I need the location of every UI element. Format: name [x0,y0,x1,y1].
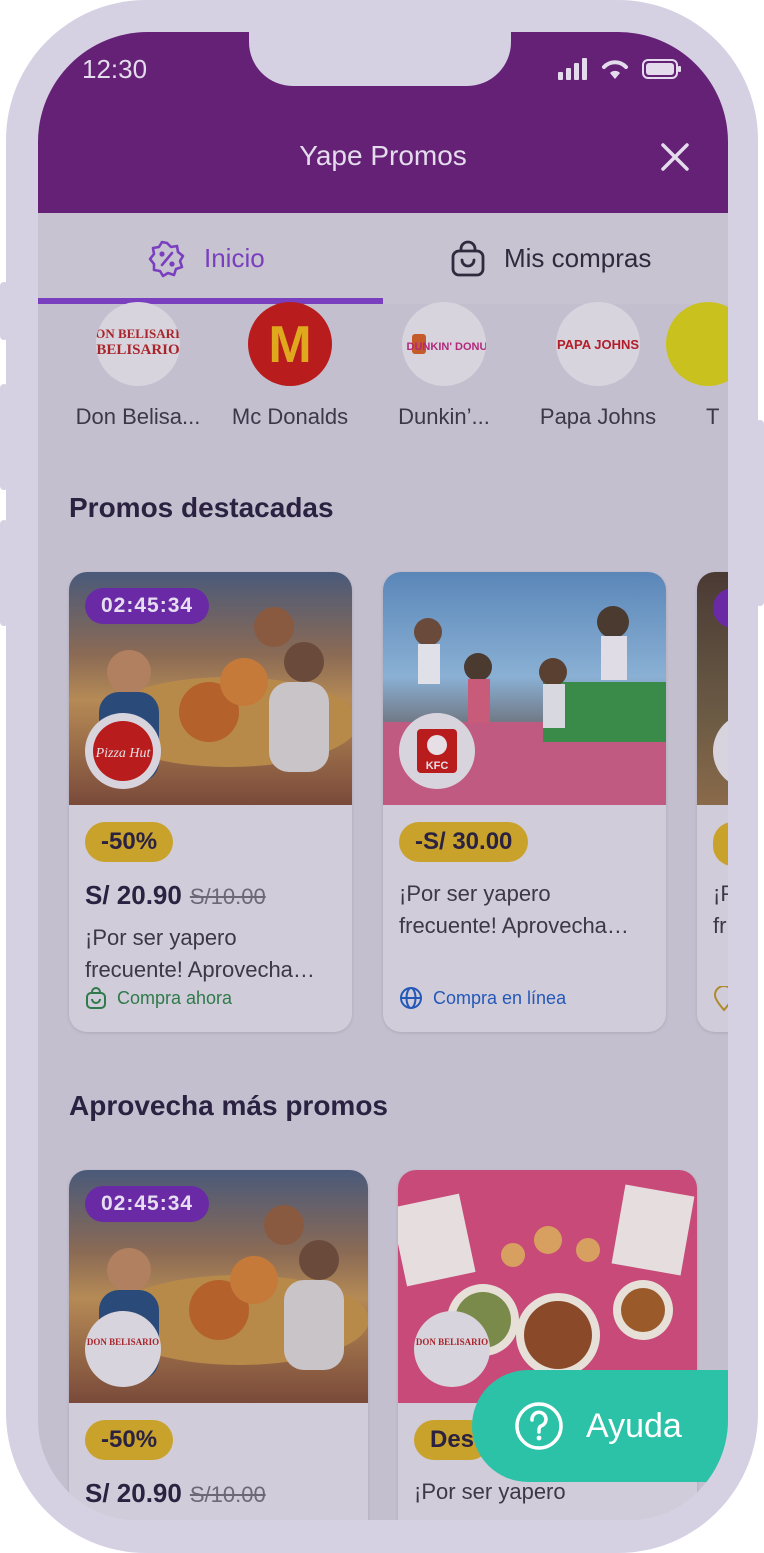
old-price: S/10.00 [189,884,266,909]
location-pin-icon [713,986,728,1012]
brand-name: Papa Johns [539,404,657,429]
brand-logo [666,302,728,386]
page-title: Yape Promos [299,140,467,171]
brand-logo: PAPA JOHNS [556,302,640,386]
brand-item[interactable]: DON BELISARIO BELISARIO Don Belisa... [73,302,203,430]
promo-image: DON BELISARIO [398,1170,697,1403]
action-label: Compra en línea [433,987,567,1008]
brand-logo: Pizza Hut [85,713,161,789]
brand-logo [713,713,728,789]
phone-side-button [0,282,8,340]
app-screen: 12:30 Yape Promos Inicio Mis compras ON … [38,32,728,1520]
brand-logo: KFC [399,713,475,789]
action-label: Compra ahora [117,987,233,1008]
tab-label: Mis compras [504,243,652,273]
percent-badge-icon [148,240,185,277]
signal-icon [558,58,587,80]
countdown-timer: 02:45:34 [85,588,210,624]
status-time: 12:30 [82,54,148,84]
promo-description: ¡Por ser yapero frecuente! Aprovecha… [399,881,629,938]
brand-logo: DON BELISARIO [414,1311,490,1387]
countdown-timer: 02:45:34 [85,1186,210,1222]
shopping-bag-icon [451,240,485,276]
phone-side-button [0,384,8,490]
wifi-icon [602,60,628,79]
buy-online-link[interactable]: Compra en línea [399,986,566,1010]
brand-carousel: DON BELISARIO BELISARIO Don Belisa... M … [38,302,728,442]
brand-logo: M [248,302,332,386]
brand-item[interactable]: T [666,302,728,430]
question-mark-icon [515,1402,563,1450]
brand-logo-text: KFC [426,760,449,772]
brand-logo-text: Pizza Hut [95,746,152,761]
current-price: S/ 20.90 [85,880,182,910]
countdown-timer [713,588,728,628]
discount-badge: -50% [85,1420,174,1460]
tab-mis-compras[interactable]: Mis compras [450,213,651,304]
brand-name: Don Belisa... [75,404,201,429]
help-button[interactable]: Ayuda [472,1370,728,1482]
brand-name: Dunkin’... [398,404,490,429]
brand-logo-text: DON BELISARIO [87,1337,159,1347]
price: S/ 20.90 S/10.00 [85,1478,266,1509]
discount-badge [713,822,728,866]
brand-logo: DUNKIN' DONUTS [402,302,486,386]
brand-logo: DON BELISARIO [85,1311,161,1387]
brand-logo-text: PAPA JOHNS [557,337,639,352]
status-icons [558,58,682,80]
section-title-featured: Promos destacadas [69,492,334,523]
buy-now-link[interactable]: Compra ahora [85,986,232,1010]
discount-badge: -50% [85,822,174,862]
promo-description: ¡P fr [713,881,728,938]
location-link[interactable] [713,986,728,1012]
help-label: Ayuda [586,1406,682,1445]
close-icon[interactable] [660,142,690,172]
header-bar: 12:30 Yape Promos [38,32,728,213]
promo-description: ¡Por ser yapero frecuente! Aprovecha… [85,925,315,982]
brand-logo-text: DON BELISARIO [96,326,180,341]
brand-item[interactable]: PAPA JOHNS Papa Johns [533,302,663,430]
brand-logo: DON BELISARIO BELISARIO [96,302,180,386]
brand-logo-text: DON BELISARIO [416,1337,488,1347]
brand-logo-text: DUNKIN' DONUTS [407,341,486,353]
shopping-bag-icon [86,987,106,1009]
promo-image [697,572,728,805]
globe-icon [400,987,422,1009]
brand-logo-text: M [268,316,311,374]
promo-card[interactable]: KFC -S/ 30.00 ¡Por ser yapero frecuente!… [383,572,666,1032]
svg-text:BELISARIO: BELISARIO [96,342,179,358]
battery-icon [642,59,681,79]
tab-bar: Inicio Mis compras [38,213,728,304]
promo-card[interactable]: ¡P fr [697,572,728,1032]
discount-badge: -S/ 30.00 [399,822,529,862]
tab-inicio[interactable]: Inicio [148,213,265,304]
section-title-more: Aprovecha más promos [69,1090,388,1121]
brand-name: Mc Donalds [231,404,349,429]
tab-label: Inicio [204,243,265,273]
promo-image: 02:45:34 DON BELISARIO [69,1170,368,1403]
phone-side-button [756,420,764,606]
current-price: S/ 20.90 [85,1478,182,1508]
phone-notch [249,32,511,86]
old-price: S/10.00 [189,1482,266,1507]
brand-item[interactable]: DUNKIN' DONUTS Dunkin’... [379,302,509,430]
price: S/ 20.90 S/10.00 [85,880,266,911]
promo-card[interactable]: 02:45:34 Pizza Hut -50% S/ 20.90 S/10.00 … [69,572,352,1032]
promo-card[interactable]: 02:45:34 DON BELISARIO -50% S/ 20.90 S/10… [69,1170,368,1520]
promo-image: KFC [383,572,666,805]
phone-side-button [0,520,8,626]
brand-name: T [706,404,720,429]
promo-image: 02:45:34 Pizza Hut [69,572,352,805]
brand-item[interactable]: M Mc Donalds [225,302,355,430]
